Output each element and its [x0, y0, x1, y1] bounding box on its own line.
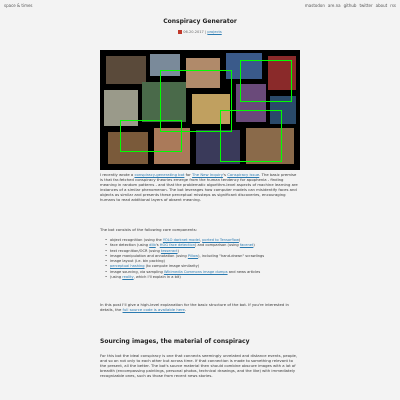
- list-item-continued: (using reality, which I'll explain in a …: [105, 275, 310, 281]
- text-span: ): [253, 243, 255, 248]
- post-title: Conspiracy Generator: [163, 18, 237, 25]
- annotation-box: [120, 120, 182, 152]
- source-paragraph: In this post I'll give a high-level expl…: [100, 302, 300, 312]
- nav-about[interactable]: about: [376, 3, 388, 8]
- section-heading: Sourcing images, the material of conspir…: [100, 338, 250, 345]
- text-span: image sourcing, via sampling: [110, 269, 164, 274]
- post-date: 06.20.2017: [183, 30, 204, 34]
- text-span: ): [177, 248, 179, 253]
- text-span: (to compute image similarity): [144, 264, 200, 269]
- annotation-box: [220, 110, 282, 162]
- nav-mastodon[interactable]: mastodon: [305, 3, 325, 8]
- text-span: ) and comparison (using: [194, 243, 240, 248]
- components-intro: The bot consists of the following core c…: [100, 227, 197, 232]
- text-span: .: [184, 307, 187, 312]
- wikimedia-link[interactable]: Wikimedia Commons image dumps: [164, 270, 228, 274]
- tensorflow-link[interactable]: ported to Tensorflow: [202, 238, 239, 242]
- top-nav: mastodon are.na github twitter about rss: [305, 3, 396, 8]
- post-meta: 06.20.2017 | projects: [100, 30, 300, 34]
- annotation-box: [240, 60, 292, 102]
- top-bar: space & times mastodon are.na github twi…: [0, 0, 400, 10]
- source-code-link[interactable]: full source code is available here: [123, 307, 185, 312]
- nav-github[interactable]: github: [344, 3, 357, 8]
- site-title[interactable]: space & times: [4, 3, 33, 8]
- hero-image: [100, 50, 300, 170]
- nav-rss[interactable]: rss: [390, 3, 396, 8]
- text-span: and news articles: [227, 269, 261, 274]
- category-link[interactable]: projects: [207, 30, 221, 34]
- text-span: image layout (i.e. bin packing): [110, 259, 165, 264]
- text-span: ), including "hand-drawn" scrawlings: [198, 253, 265, 258]
- calendar-icon: [178, 30, 183, 34]
- pillow-link[interactable]: Pillow: [188, 254, 198, 258]
- phash-link[interactable]: perceptual hashing: [110, 264, 145, 268]
- text-span: text recognition/OCR (using: [110, 248, 161, 253]
- intro-paragraph: I recently wrote a conspiracy-generating…: [100, 172, 300, 202]
- sourcing-paragraph: For this bot the ideal conspiracy is one…: [100, 353, 298, 378]
- yolo-link[interactable]: YOLO darknet model: [163, 238, 200, 242]
- text-span: (using: [110, 275, 123, 280]
- text-span: . The basic premise is that far-fetched …: [100, 172, 298, 202]
- text-span: ): [238, 238, 241, 242]
- tesseract-link[interactable]: tesseract: [161, 249, 178, 253]
- text-span: object recognition (using the: [110, 238, 163, 242]
- photo-1: [106, 56, 146, 84]
- hog-link[interactable]: HOG face detection: [160, 243, 195, 247]
- text-span: , which I'll explain in a bit): [133, 275, 181, 280]
- text-span: face detection (using: [110, 243, 150, 248]
- nav-arena[interactable]: are.na: [328, 3, 341, 8]
- nav-twitter[interactable]: twitter: [359, 3, 372, 8]
- reality-link[interactable]: reality: [122, 275, 133, 279]
- text-span: image manipulation and annotation (using: [110, 253, 188, 258]
- components-list: object recognition (using the YOLO darkn…: [100, 238, 310, 281]
- facenet-link[interactable]: facenet: [240, 243, 254, 247]
